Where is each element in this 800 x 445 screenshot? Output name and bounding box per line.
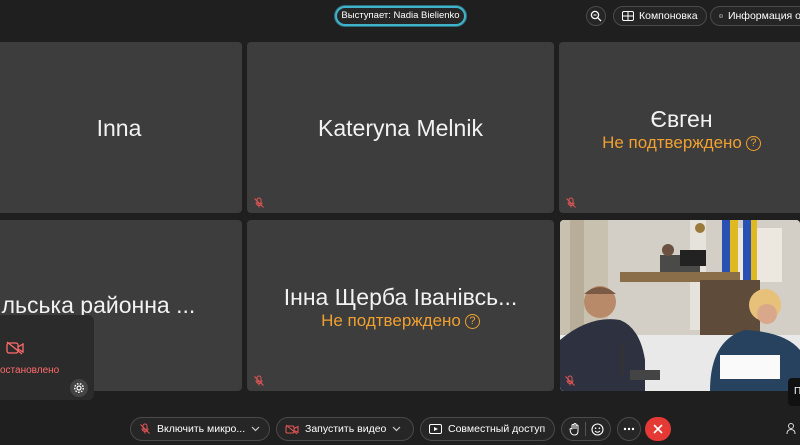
participants-button[interactable]: [786, 422, 800, 440]
help-icon: ?: [464, 314, 480, 330]
unverified-status: Не подтверждено?: [559, 133, 800, 153]
participant-name: Kateryna Melnik: [318, 115, 483, 141]
meeting-info-label: Информация о: [727, 10, 800, 22]
share-screen-icon: [429, 423, 442, 434]
mic-off-icon: [254, 197, 264, 208]
layout-button[interactable]: Компоновка: [613, 6, 707, 26]
layout-icon: [622, 11, 634, 21]
help-icon: ?: [745, 136, 761, 152]
mic-off-icon: [566, 197, 576, 208]
video-feed: [560, 220, 800, 391]
more-icon: [623, 427, 635, 431]
active-speaker-indicator[interactable]: Выступает: Nadia Bielienko: [335, 6, 466, 26]
camera-off-icon: [285, 424, 299, 434]
zoom-icon: [590, 10, 602, 22]
share-screen-button[interactable]: Совместный доступ: [420, 417, 555, 441]
participant-name: Inna: [96, 115, 142, 141]
raise-hand-icon[interactable]: [568, 422, 580, 436]
meeting-info-button[interactable]: Информация о: [710, 6, 800, 26]
video-button[interactable]: Запустить видео: [276, 417, 414, 441]
video-stopped-label: остановлено: [0, 365, 60, 376]
microphone-button-label: Включить микро...: [157, 423, 246, 435]
layout-button-label: Компоновка: [639, 10, 698, 22]
emoji-icon[interactable]: [590, 422, 604, 436]
unverified-status: Не подтверждено?: [247, 311, 554, 331]
participant-tile[interactable]: Інна Щерба Іванівсь... Не подтверждено?: [247, 220, 554, 391]
settings-button[interactable]: [70, 379, 88, 397]
leave-meeting-button[interactable]: [645, 417, 671, 441]
share-screen-label: Совместный доступ: [448, 423, 546, 435]
participant-tile[interactable]: Євген Не подтверждено?: [559, 42, 800, 213]
participant-video-tile[interactable]: [560, 220, 800, 391]
participants-icon: [786, 423, 796, 435]
separator: [584, 422, 586, 436]
participant-tile[interactable]: Kateryna Melnik: [247, 42, 554, 213]
chevron-down-icon[interactable]: [392, 426, 401, 432]
chevron-down-icon[interactable]: [251, 426, 260, 432]
more-options-button[interactable]: [617, 417, 641, 441]
close-icon: [653, 424, 663, 434]
mic-off-icon: [254, 375, 264, 386]
participant-name: Інна Щерба Іванівсь...: [283, 284, 518, 310]
mic-off-icon: [140, 423, 150, 434]
reactions-group[interactable]: [561, 417, 611, 441]
self-view-panel[interactable]: остановлено: [0, 315, 94, 400]
video-button-label: Запустить видео: [305, 423, 387, 435]
info-icon: [719, 14, 723, 18]
zoom-button[interactable]: [586, 6, 606, 26]
mic-off-icon: [565, 375, 575, 386]
gear-icon: [73, 382, 85, 394]
microphone-button[interactable]: Включить микро...: [130, 417, 270, 441]
participant-tile[interactable]: Inna: [0, 42, 242, 213]
participant-name: Євген: [650, 106, 713, 132]
side-panel-tab[interactable]: П: [788, 378, 800, 406]
camera-off-icon: [6, 341, 24, 355]
